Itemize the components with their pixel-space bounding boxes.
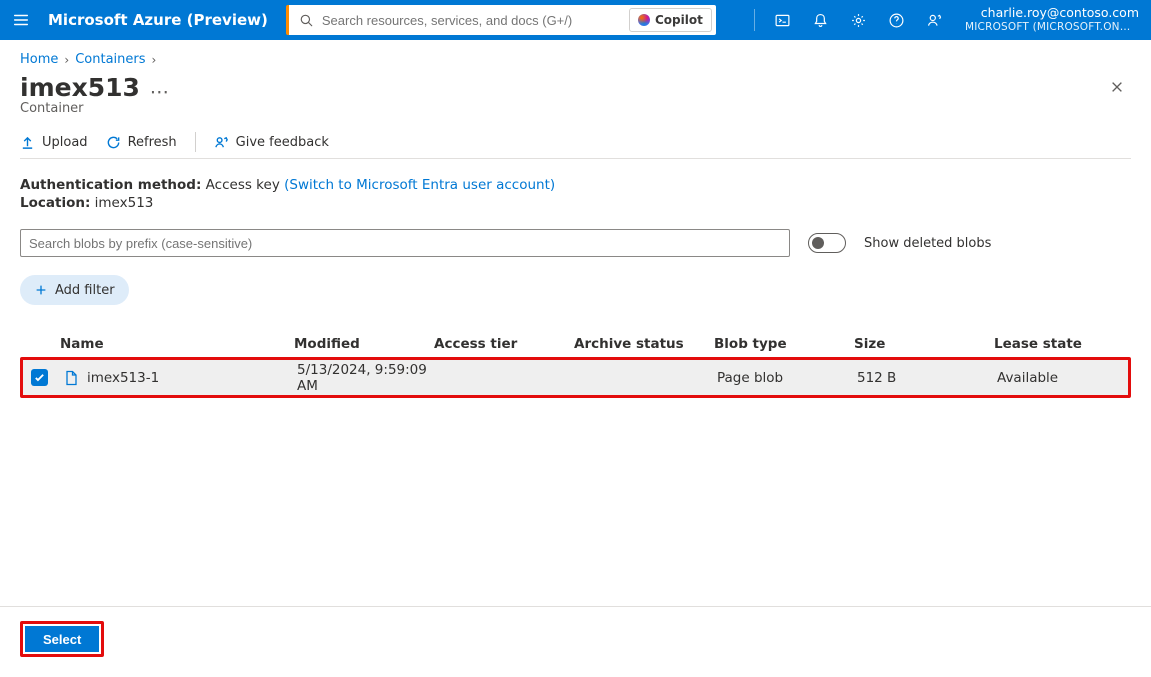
toolbar: Upload Refresh Give feedback [20, 132, 1131, 159]
feedback-person-icon [926, 12, 943, 29]
close-icon [1110, 80, 1124, 94]
col-lease-state[interactable]: Lease state [994, 336, 1134, 352]
refresh-icon [106, 135, 121, 150]
col-name[interactable]: Name [60, 336, 294, 352]
col-blob-type[interactable]: Blob type [714, 336, 854, 352]
location-value: imex513 [95, 195, 154, 211]
account-email: charlie.roy@contoso.com [965, 6, 1139, 20]
show-deleted-label: Show deleted blobs [864, 236, 991, 251]
give-feedback-label: Give feedback [236, 135, 329, 150]
col-access-tier[interactable]: Access tier [434, 336, 574, 352]
check-icon [34, 372, 45, 383]
global-search[interactable]: Copilot [286, 5, 716, 35]
cell-blob-type: Page blob [717, 370, 857, 386]
separator [195, 132, 196, 152]
search-icon [299, 13, 314, 28]
meta-block: Authentication method: Access key (Switc… [20, 175, 1131, 213]
row-checkbox[interactable] [31, 369, 48, 386]
auth-method-value: Access key [206, 177, 280, 193]
close-blade-button[interactable] [1103, 73, 1131, 101]
table-header: Name Modified Access tier Archive status… [20, 331, 1131, 357]
cloud-shell-icon [774, 12, 791, 29]
add-filter-label: Add filter [55, 283, 115, 298]
gear-icon [850, 12, 867, 29]
breadcrumb-containers[interactable]: Containers [75, 52, 145, 67]
breadcrumb-home[interactable]: Home [20, 52, 58, 67]
account-tenant: MICROSOFT (MICROSOFT.ONMI… [965, 20, 1139, 34]
auth-method-label: Authentication method: [20, 177, 201, 193]
breadcrumb: Home › Containers › [20, 40, 1131, 73]
add-filter-button[interactable]: Add filter [20, 275, 129, 305]
notifications-button[interactable] [801, 0, 839, 40]
chevron-right-icon: › [64, 53, 69, 67]
feedback-icon [214, 135, 229, 150]
col-archive-status[interactable]: Archive status [574, 336, 714, 352]
upload-label: Upload [42, 135, 88, 150]
chevron-right-icon: › [152, 53, 157, 67]
title-more-button[interactable]: ⋯ [150, 73, 170, 103]
account-menu[interactable]: charlie.roy@contoso.com MICROSOFT (MICRO… [953, 2, 1143, 38]
col-modified[interactable]: Modified [294, 336, 434, 352]
help-icon [888, 12, 905, 29]
copilot-label: Copilot [655, 13, 703, 27]
page-title: imex513 [20, 73, 140, 102]
top-bar: Microsoft Azure (Preview) Copilot charli… [0, 0, 1151, 40]
table-row[interactable]: imex513-1 5/13/2024, 9:59:09 AM Page blo… [23, 360, 1128, 395]
filter-icon [34, 283, 48, 297]
blob-table: Name Modified Access tier Archive status… [20, 331, 1131, 398]
cell-modified: 5/13/2024, 9:59:09 AM [297, 362, 437, 394]
file-icon [63, 370, 79, 386]
upload-button[interactable]: Upload [20, 133, 88, 152]
footer: Select [0, 606, 1151, 677]
switch-auth-link[interactable]: (Switch to Microsoft Entra user account) [284, 177, 555, 193]
copilot-button[interactable]: Copilot [629, 8, 712, 32]
col-size[interactable]: Size [854, 336, 994, 352]
show-deleted-toggle[interactable] [808, 233, 846, 253]
cell-size: 512 B [857, 370, 997, 386]
copilot-icon [638, 14, 650, 26]
help-button[interactable] [877, 0, 915, 40]
brand-title[interactable]: Microsoft Azure (Preview) [42, 11, 286, 29]
page-subtitle: Container [20, 101, 1131, 116]
menu-icon [12, 11, 30, 29]
give-feedback-button[interactable]: Give feedback [214, 133, 329, 152]
hamburger-menu[interactable] [0, 0, 42, 40]
blob-search-input[interactable] [20, 229, 790, 257]
separator [754, 9, 755, 31]
refresh-button[interactable]: Refresh [106, 133, 177, 152]
bell-icon [812, 12, 829, 29]
select-button[interactable]: Select [25, 626, 99, 652]
feedback-button[interactable] [915, 0, 953, 40]
global-search-input[interactable] [314, 13, 629, 28]
cell-lease-state: Available [997, 370, 1137, 386]
upload-icon [20, 135, 35, 150]
cloud-shell-button[interactable] [763, 0, 801, 40]
cell-name: imex513-1 [87, 370, 159, 386]
location-label: Location: [20, 195, 90, 211]
page-body: Home › Containers › imex513 ⋯ Container … [0, 40, 1151, 677]
refresh-label: Refresh [128, 135, 177, 150]
settings-button[interactable] [839, 0, 877, 40]
